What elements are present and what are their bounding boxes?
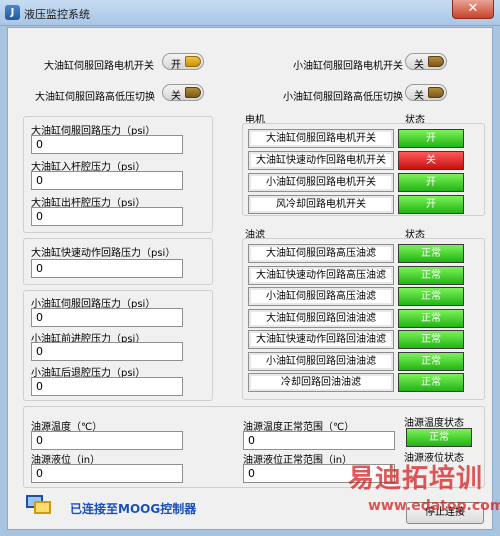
toggle-state: 关 [171, 91, 181, 102]
title-bar[interactable]: J 液压监控系统 ✕ [0, 0, 500, 26]
big-fast-pressure-field[interactable]: 0 [31, 259, 183, 278]
oil-level-status-label: 油源液位状态 [404, 453, 464, 464]
small-motor-toggle[interactable]: 关 [405, 53, 447, 71]
filter-name-box: 小油缸伺服回路回油油滤 [248, 352, 394, 371]
toggle-state: 关 [414, 91, 424, 102]
motor-name-box: 小油缸伺服回路电机开关 [248, 173, 394, 192]
oil-temp-field[interactable]: 0 [31, 431, 183, 450]
toggle-knob-icon [185, 87, 201, 98]
toggle-knob-icon [428, 87, 444, 98]
filter-name-box: 大油缸快速动作回路高压油滤 [248, 266, 394, 285]
network-monitors-icon [26, 495, 52, 515]
big-cylinder-pressure-group: 大油缸伺服回路压力（psi） 0 大油缸入杆腔压力（psi） 0 大油缸出杆腔压… [23, 116, 213, 233]
oil-temp-status-label: 油源温度状态 [404, 418, 464, 429]
oil-level-field[interactable]: 0 [31, 464, 183, 483]
big-fast-pressure-group: 大油缸快速动作回路压力（psi） 0 [23, 238, 213, 285]
filter-status-indicator: 正常 [398, 373, 464, 392]
motor-status-indicator: 开 [398, 173, 464, 192]
big-motor-label: 大油缸伺服回路电机开关 [44, 61, 154, 72]
small-hp-toggle[interactable]: 关 [405, 84, 447, 102]
motor-name-box: 大油缸快速动作回路电机开关 [248, 151, 394, 170]
app-logo-icon: J [5, 5, 20, 20]
small-cylinder-pressure-group: 小油缸伺服回路压力（psi） 0 小油缸前进腔压力（psi） 0 小油缸后退腔压… [23, 290, 213, 401]
big-hp-label: 大油缸伺服回路高低压切换 [35, 92, 155, 103]
filter-status-indicator: 正常 [398, 352, 464, 371]
filter-status-indicator: 正常 [398, 330, 464, 349]
big-rod-out-pressure-field[interactable]: 0 [31, 207, 183, 226]
stop-connection-button[interactable]: 停止连接 [406, 502, 484, 524]
filter-name-box: 大油缸伺服回路高压油滤 [248, 244, 394, 263]
big-servo-pressure-field[interactable]: 0 [31, 135, 183, 154]
filter-name-box: 小油缸伺服回路高压油滤 [248, 287, 394, 306]
toggle-knob-icon [428, 56, 444, 67]
oil-level-range-field[interactable]: 0 [243, 464, 395, 483]
toggle-state: 开 [171, 60, 181, 71]
motor-status-indicator: 开 [398, 195, 464, 214]
big-hp-toggle[interactable]: 关 [162, 84, 204, 102]
filter-status-indicator: 正常 [398, 244, 464, 263]
big-rod-in-pressure-field[interactable]: 0 [31, 171, 183, 190]
oil-temp-range-field[interactable]: 0 [243, 431, 395, 450]
small-motor-label: 小油缸伺服回路电机开关 [293, 61, 403, 72]
filter-status-indicator: 正常 [398, 287, 464, 306]
filter-status-indicator: 正常 [398, 266, 464, 285]
filter-name-box: 大油缸快速动作回路回油油滤 [248, 330, 394, 349]
filter-name-box: 大油缸伺服回路回油油滤 [248, 309, 394, 328]
small-forward-pressure-field[interactable]: 0 [31, 342, 183, 361]
main-panel: 大油缸伺服回路电机开关 开 小油缸伺服回路电机开关 关 大油缸伺服回路高低压切换… [7, 27, 493, 530]
filter-status-indicator: 正常 [398, 309, 464, 328]
oil-temp-status-indicator: 正常 [406, 428, 472, 447]
motor-status-indicator: 关 [398, 151, 464, 170]
toggle-state: 关 [414, 60, 424, 71]
small-servo-pressure-field[interactable]: 0 [31, 308, 183, 327]
pressure-label: 大油缸快速动作回路压力（psi） [31, 248, 176, 259]
motor-name-box: 大油缸伺服回路电机开关 [248, 129, 394, 148]
oil-source-group: 油源温度（℃） 0 油源液位（in） 0 油源温度正常范围（℃） 0 油源液位正… [23, 406, 485, 488]
motor-name-box: 风冷却回路电机开关 [248, 195, 394, 214]
big-motor-toggle[interactable]: 开 [162, 53, 204, 71]
small-backward-pressure-field[interactable]: 0 [31, 377, 183, 396]
close-button[interactable]: ✕ [452, 0, 494, 19]
connection-status: 已连接至MOOG控制器 [70, 502, 197, 516]
window-title: 液压监控系统 [24, 8, 90, 21]
small-hp-label: 小油缸伺服回路高低压切换 [283, 92, 403, 103]
filter-name-box: 冷却回路回油油滤 [248, 373, 394, 392]
motor-status-indicator: 开 [398, 129, 464, 148]
toggle-knob-icon [185, 56, 201, 67]
